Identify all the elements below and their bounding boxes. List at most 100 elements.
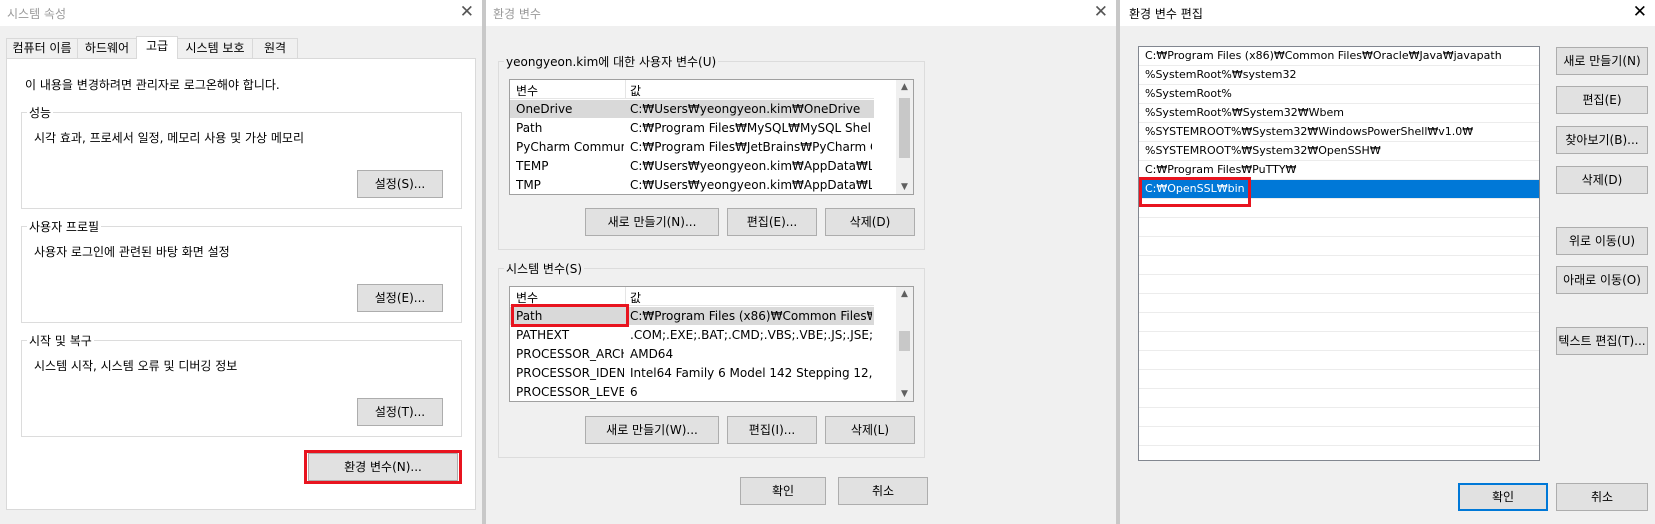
scroll-up-icon[interactable]: ▲	[896, 289, 913, 299]
list-item[interactable]	[1139, 332, 1539, 351]
user-variables-table: 변수 값 OneDrive C:₩Users₩yeongyeon.kim₩One…	[509, 79, 914, 195]
path-row-highlight	[511, 304, 629, 327]
path-edit-text-button[interactable]: 텍스트 편집(T)...	[1556, 327, 1648, 355]
edit-env-cancel-button[interactable]: 취소	[1556, 483, 1648, 511]
variable-name: PROCESSOR_IDENT...	[516, 366, 624, 380]
path-edit-button[interactable]: 편집(E)	[1556, 86, 1648, 114]
tab-system-protection[interactable]: 시스템 보호	[177, 38, 253, 58]
startup-recovery-description: 시스템 시작, 시스템 오류 및 디버깅 정보	[34, 359, 238, 373]
path-entry: C:₩Program Files₩PuTTY₩	[1145, 163, 1297, 176]
table-row[interactable]: PROCESSOR_ARCH... AMD64	[510, 345, 874, 363]
system-variables-label: 시스템 변수(S)	[504, 260, 584, 277]
variable-value: C:₩Users₩yeongyeon.kim₩AppData₩Local₩...	[630, 178, 872, 192]
performance-settings-button[interactable]: 설정(S)...	[357, 170, 443, 198]
user-edit-button[interactable]: 편집(E)...	[727, 208, 817, 236]
list-item[interactable]	[1139, 218, 1539, 237]
list-item[interactable]	[1139, 313, 1539, 332]
list-item[interactable]: %SYSTEMROOT%₩System32₩OpenSSH₩	[1139, 142, 1539, 161]
performance-label: 성능	[27, 104, 54, 121]
list-item[interactable]	[1139, 275, 1539, 294]
table-row[interactable]: TMP C:₩Users₩yeongyeon.kim₩AppData₩Local…	[510, 176, 874, 194]
list-item[interactable]	[1139, 256, 1539, 275]
environment-variables-window: 환경 변수 ✕ yeongyeon.kim에 대한 사용자 변수(U) 변수 값…	[486, 0, 1116, 524]
scroll-up-icon[interactable]: ▲	[896, 82, 913, 92]
scroll-down-icon[interactable]: ▼	[896, 182, 913, 192]
user-delete-button[interactable]: 삭제(D)	[825, 208, 915, 236]
startup-recovery-label: 시작 및 복구	[27, 332, 94, 349]
edit-env-ok-button[interactable]: 확인	[1458, 483, 1548, 511]
admin-note: 이 내용을 변경하려면 관리자로 로그온해야 합니다.	[25, 78, 280, 92]
close-icon[interactable]: ✕	[1094, 3, 1108, 21]
close-icon[interactable]: ✕	[460, 3, 474, 21]
variable-name: PyCharm Communi...	[516, 140, 624, 154]
list-item[interactable]: C:₩Program Files (x86)₩Common Files₩Orac…	[1139, 47, 1539, 66]
path-entry: %SYSTEMROOT%₩System32₩WindowsPowerShell₩…	[1145, 125, 1474, 138]
system-properties-titlebar: 시스템 속성 ✕	[0, 0, 482, 26]
env-ok-button[interactable]: 확인	[740, 477, 826, 505]
edit-env-title: 환경 변수 편집	[1129, 7, 1203, 21]
variable-value: 6	[630, 385, 638, 399]
list-item[interactable]	[1139, 427, 1539, 446]
system-delete-button[interactable]: 삭제(L)	[825, 416, 915, 444]
close-icon[interactable]: ✕	[1633, 3, 1647, 21]
table-row[interactable]: PyCharm Communi... C:₩Program Files₩JetB…	[510, 138, 874, 156]
list-item[interactable]	[1139, 408, 1539, 427]
table-row[interactable]: PATHEXT .COM;.EXE;.BAT;.CMD;.VBS;.VBE;.J…	[510, 326, 874, 344]
path-move-down-button[interactable]: 아래로 이동(O)	[1556, 266, 1648, 294]
scroll-thumb[interactable]	[899, 98, 910, 158]
table-row[interactable]: PROCESSOR_LEVEL 6	[510, 383, 874, 401]
variable-value: C:₩Program Files₩JetBrains₩PyCharm Comm.…	[630, 140, 872, 154]
list-item[interactable]: %SystemRoot%	[1139, 85, 1539, 104]
scroll-down-icon[interactable]: ▼	[896, 389, 913, 399]
variable-name: PROCESSOR_LEVEL	[516, 385, 624, 399]
path-delete-button[interactable]: 삭제(D)	[1556, 166, 1648, 194]
startup-recovery-group: 시작 및 복구 시스템 시작, 시스템 오류 및 디버깅 정보 설정(T)...	[21, 332, 462, 437]
list-item[interactable]	[1139, 389, 1539, 408]
env-cancel-button[interactable]: 취소	[838, 477, 928, 505]
table-row[interactable]: TEMP C:₩Users₩yeongyeon.kim₩AppData₩Loca…	[510, 157, 874, 175]
column-header-value[interactable]: 값	[630, 289, 872, 306]
system-variables-group: 시스템 변수(S) 변수 값 Path C:₩Program Files (x8…	[498, 260, 925, 458]
table-row[interactable]: Path C:₩Program Files₩MySQL₩MySQL Shell …	[510, 119, 874, 137]
variable-name: PATHEXT	[516, 328, 570, 342]
path-entry: %SystemRoot%₩System32₩Wbem	[1145, 106, 1344, 119]
table-row[interactable]: OneDrive C:₩Users₩yeongyeon.kim₩OneDrive	[510, 100, 874, 118]
list-item[interactable]: %SYSTEMROOT%₩System32₩WindowsPowerShell₩…	[1139, 123, 1539, 142]
tab-advanced[interactable]: 고급	[136, 36, 178, 59]
list-item[interactable]	[1139, 237, 1539, 256]
user-profiles-settings-button[interactable]: 설정(E)...	[357, 284, 443, 312]
system-table-scrollbar[interactable]: ▲ ▼	[896, 287, 913, 401]
list-item[interactable]	[1139, 294, 1539, 313]
tab-remote[interactable]: 원격	[252, 38, 298, 58]
system-properties-title: 시스템 속성	[7, 7, 67, 21]
path-move-up-button[interactable]: 위로 이동(U)	[1556, 227, 1648, 255]
user-variables-group: yeongyeon.kim에 대한 사용자 변수(U) 변수 값 OneDriv…	[498, 53, 925, 250]
list-item[interactable]: %SystemRoot%₩System32₩Wbem	[1139, 104, 1539, 123]
tab-computer-name[interactable]: 컴퓨터 이름	[6, 38, 78, 58]
system-edit-button[interactable]: 편집(I)...	[727, 416, 817, 444]
system-new-button[interactable]: 새로 만들기(W)...	[585, 416, 719, 444]
list-item[interactable]: %SystemRoot%₩system32	[1139, 66, 1539, 85]
path-list: C:₩Program Files (x86)₩Common Files₩Orac…	[1138, 46, 1540, 461]
env-vars-title: 환경 변수	[493, 7, 541, 21]
scroll-thumb[interactable]	[899, 331, 910, 351]
startup-recovery-settings-button[interactable]: 설정(T)...	[357, 398, 443, 426]
path-entry: %SYSTEMROOT%₩System32₩OpenSSH₩	[1145, 144, 1381, 157]
list-item[interactable]	[1139, 370, 1539, 389]
edit-env-titlebar: 환경 변수 편집 ✕	[1120, 0, 1655, 26]
variable-name: PROCESSOR_ARCH...	[516, 347, 624, 361]
system-properties-window: 시스템 속성 ✕ 컴퓨터 이름 하드웨어 고급 시스템 보호 원격 이 내용을 …	[0, 0, 482, 524]
column-header-value[interactable]: 값	[630, 82, 872, 99]
variable-value: Intel64 Family 6 Model 142 Stepping 12, …	[630, 366, 872, 380]
list-item[interactable]	[1139, 351, 1539, 370]
tab-hardware[interactable]: 하드웨어	[77, 38, 137, 58]
column-header-variable[interactable]: 변수	[516, 82, 624, 99]
path-new-button[interactable]: 새로 만들기(N)	[1556, 47, 1648, 75]
user-new-button[interactable]: 새로 만들기(N)...	[585, 208, 719, 236]
variable-value: C:₩Users₩yeongyeon.kim₩OneDrive	[630, 102, 861, 116]
variable-value: C:₩Users₩yeongyeon.kim₩AppData₩Local₩...	[630, 159, 872, 173]
path-browse-button[interactable]: 찾아보기(B)...	[1556, 126, 1648, 154]
table-row[interactable]: PROCESSOR_IDENT... Intel64 Family 6 Mode…	[510, 364, 874, 382]
user-table-scrollbar[interactable]: ▲ ▼	[896, 80, 913, 194]
env-button-highlight	[304, 450, 462, 484]
